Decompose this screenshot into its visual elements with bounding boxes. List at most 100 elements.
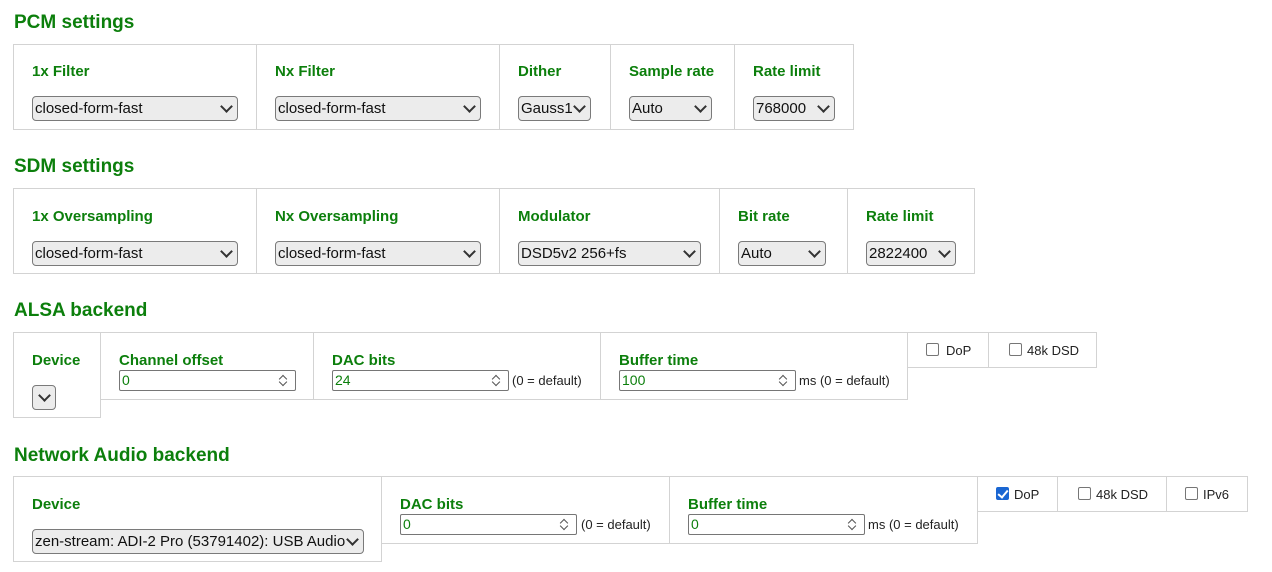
alsa-backend-title: ALSA backend: [14, 300, 148, 321]
alsa-channel-offset-value: 0: [122, 372, 130, 388]
network-48k-dsd-label: 48k DSD: [1096, 487, 1149, 502]
alsa-dop-cell: DoP: [907, 332, 989, 368]
spinner-icon[interactable]: [489, 372, 505, 389]
alsa-dac-bits-input[interactable]: 24: [332, 370, 509, 391]
pcm-nx-filter-value: closed-form-fast: [278, 100, 386, 117]
network-48k-dsd-cell: 48k DSD: [1057, 476, 1167, 512]
sdm-rate-limit-value: 2822400: [869, 245, 928, 262]
alsa-buffer-time-hint: ms (0 = default): [799, 373, 890, 388]
alsa-device-cell: Device: [13, 332, 101, 418]
sdm-modulator-select[interactable]: DSD5v2 256+fs: [518, 241, 701, 266]
spinner-icon[interactable]: [845, 516, 861, 533]
alsa-48k-dsd-checkbox[interactable]: [1009, 343, 1022, 356]
alsa-48k-dsd-label: 48k DSD: [1027, 343, 1080, 358]
sdm-modulator-cell: Modulator DSD5v2 256+fs: [499, 188, 720, 274]
alsa-48k-dsd-cell: 48k DSD: [988, 332, 1097, 368]
chevron-down-icon: [220, 100, 233, 113]
pcm-nx-filter-label: Nx Filter: [275, 63, 336, 80]
pcm-1x-filter-select[interactable]: closed-form-fast: [32, 96, 238, 121]
sdm-nx-oversampling-value: closed-form-fast: [278, 245, 386, 262]
network-dop-checkbox[interactable]: [996, 487, 1009, 500]
pcm-sample-rate-select[interactable]: Auto: [629, 96, 712, 121]
pcm-1x-filter-value: closed-form-fast: [35, 100, 143, 117]
network-device-select[interactable]: zen-stream: ADI-2 Pro (53791402): USB Au…: [32, 529, 364, 554]
sdm-1x-oversampling-label: 1x Oversampling: [32, 208, 153, 225]
pcm-sample-rate-cell: Sample rate Auto: [610, 44, 735, 130]
network-dop-label: DoP: [1014, 487, 1040, 502]
network-backend-title: Network Audio backend: [14, 445, 230, 466]
pcm-settings-title: PCM settings: [14, 12, 135, 33]
chevron-down-icon: [220, 245, 233, 258]
sdm-nx-oversampling-cell: Nx Oversampling closed-form-fast: [256, 188, 500, 274]
sdm-bit-rate-select[interactable]: Auto: [738, 241, 826, 266]
network-buffer-time-label: Buffer time: [688, 496, 768, 513]
sdm-1x-oversampling-cell: 1x Oversampling closed-form-fast: [13, 188, 257, 274]
network-dac-bits-input[interactable]: 0: [400, 514, 577, 535]
alsa-channel-offset-label: Channel offset: [119, 352, 224, 369]
network-dac-bits-cell: DAC bits 0 (0 = default): [381, 476, 670, 544]
network-dop-cell: DoP: [977, 476, 1058, 512]
network-buffer-time-value: 0: [691, 516, 699, 532]
chevron-down-icon: [346, 533, 359, 546]
chevron-down-icon: [938, 245, 951, 258]
pcm-rate-limit-label: Rate limit: [753, 63, 821, 80]
network-buffer-time-hint: ms (0 = default): [868, 517, 959, 532]
sdm-rate-limit-select[interactable]: 2822400: [866, 241, 956, 266]
sdm-bit-rate-label: Bit rate: [738, 208, 790, 225]
chevron-down-icon: [38, 389, 51, 402]
alsa-dac-bits-hint: (0 = default): [512, 373, 582, 388]
alsa-buffer-time-input[interactable]: 100: [619, 370, 796, 391]
alsa-buffer-time-cell: Buffer time 100 ms (0 = default): [600, 332, 908, 400]
alsa-dop-label: DoP: [946, 343, 972, 358]
pcm-dither-value: Gauss1: [521, 100, 573, 117]
sdm-modulator-value: DSD5v2 256+fs: [521, 245, 627, 262]
network-48k-dsd-checkbox[interactable]: [1078, 487, 1091, 500]
network-buffer-time-cell: Buffer time 0 ms (0 = default): [669, 476, 978, 544]
spinner-icon[interactable]: [557, 516, 573, 533]
sdm-nx-oversampling-select[interactable]: closed-form-fast: [275, 241, 481, 266]
alsa-dac-bits-value: 24: [335, 372, 351, 388]
pcm-1x-filter-cell: 1x Filter closed-form-fast: [13, 44, 257, 130]
chevron-down-icon: [808, 245, 821, 258]
pcm-rate-limit-value: 768000: [756, 100, 807, 117]
alsa-channel-offset-cell: Channel offset 0: [100, 332, 314, 400]
network-dac-bits-label: DAC bits: [400, 496, 464, 513]
chevron-down-icon: [817, 100, 830, 113]
pcm-dither-select[interactable]: Gauss1: [518, 96, 591, 121]
alsa-buffer-time-value: 100: [622, 372, 646, 388]
sdm-1x-oversampling-value: closed-form-fast: [35, 245, 143, 262]
network-dac-bits-value: 0: [403, 516, 411, 532]
network-ipv6-label: IPv6: [1203, 487, 1230, 502]
chevron-down-icon: [463, 245, 476, 258]
sdm-bit-rate-cell: Bit rate Auto: [719, 188, 848, 274]
network-ipv6-checkbox[interactable]: [1185, 487, 1198, 500]
alsa-device-label: Device: [32, 352, 81, 369]
network-device-cell: Device zen-stream: ADI-2 Pro (53791402):…: [13, 476, 382, 562]
alsa-device-select[interactable]: [32, 385, 56, 410]
sdm-modulator-label: Modulator: [518, 208, 591, 225]
alsa-channel-offset-input[interactable]: 0: [119, 370, 296, 391]
network-device-label: Device: [32, 496, 81, 513]
spinner-icon[interactable]: [776, 372, 792, 389]
chevron-down-icon: [683, 245, 696, 258]
network-dac-bits-hint: (0 = default): [581, 517, 651, 532]
network-buffer-time-input[interactable]: 0: [688, 514, 865, 535]
sdm-rate-limit-label: Rate limit: [866, 208, 934, 225]
chevron-down-icon: [463, 100, 476, 113]
alsa-buffer-time-label: Buffer time: [619, 352, 699, 369]
pcm-dither-label: Dither: [518, 63, 562, 80]
alsa-dac-bits-label: DAC bits: [332, 352, 396, 369]
pcm-rate-limit-select[interactable]: 768000: [753, 96, 835, 121]
chevron-down-icon: [573, 100, 586, 113]
sdm-bit-rate-value: Auto: [741, 245, 772, 262]
spinner-icon[interactable]: [276, 372, 292, 389]
sdm-settings-title: SDM settings: [14, 156, 135, 177]
alsa-dac-bits-cell: DAC bits 24 (0 = default): [313, 332, 601, 400]
pcm-nx-filter-select[interactable]: closed-form-fast: [275, 96, 481, 121]
alsa-dop-checkbox[interactable]: [926, 343, 939, 356]
sdm-1x-oversampling-select[interactable]: closed-form-fast: [32, 241, 238, 266]
pcm-sample-rate-label: Sample rate: [629, 63, 715, 80]
sdm-rate-limit-cell: Rate limit 2822400: [847, 188, 975, 274]
pcm-1x-filter-label: 1x Filter: [32, 63, 90, 80]
chevron-down-icon: [694, 100, 707, 113]
